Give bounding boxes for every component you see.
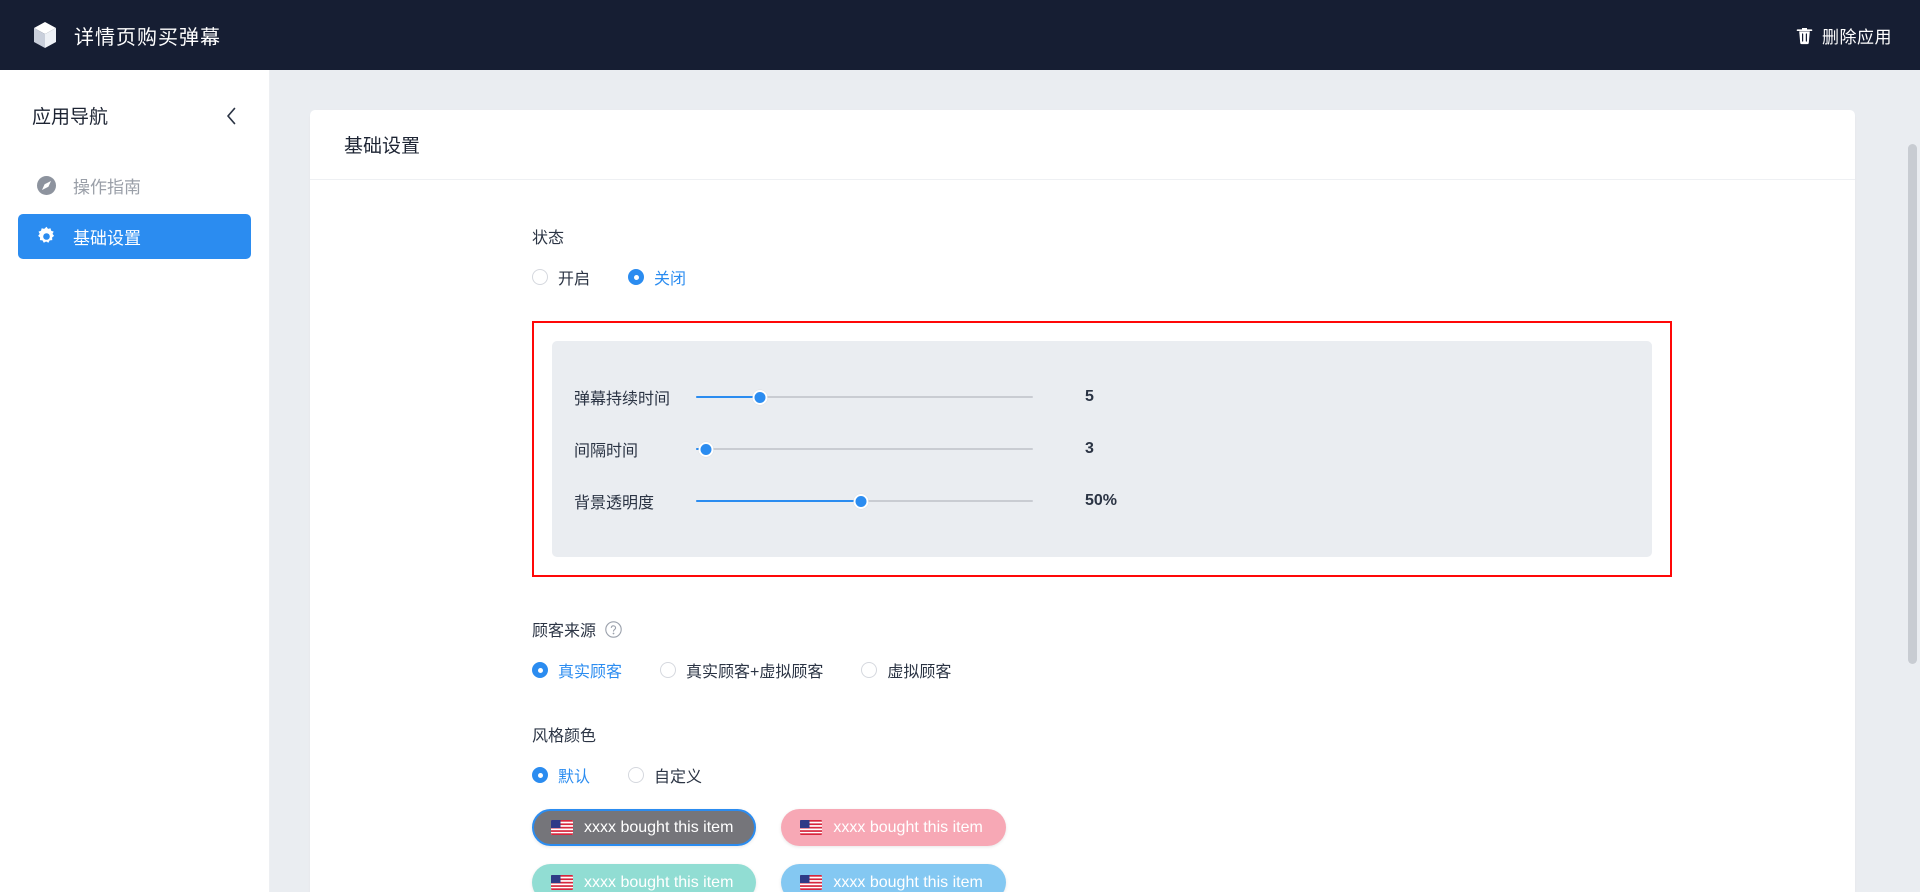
slider-row-opacity: 背景透明度 50% [574, 475, 1652, 527]
customer-source-option-virtual-label: 虚拟顾客 [887, 664, 952, 681]
us-flag-icon [800, 875, 823, 890]
slider-interval-value: 3 [1085, 440, 1094, 457]
style-color-option-custom[interactable]: 自定义 [628, 763, 702, 787]
radio-dot-icon [532, 767, 548, 783]
sidebar-title: 应用导航 [32, 107, 109, 128]
style-chip-pink-label: xxxx bought this item [833, 818, 983, 836]
style-color-radio-group: 默认 自定义 [532, 763, 1855, 787]
status-section: 状态 开启 关闭 [532, 224, 1855, 289]
gear-icon [36, 226, 57, 247]
slider-opacity-knob[interactable] [853, 493, 869, 509]
customer-source-option-virtual[interactable]: 虚拟顾客 [861, 658, 951, 682]
style-color-option-default-label: 默认 [558, 769, 591, 786]
slider-opacity-value: 50% [1085, 492, 1118, 509]
slider-interval-label: 间隔时间 [574, 443, 639, 460]
slider-opacity-track[interactable] [696, 492, 1033, 510]
style-chip-grid: xxxx bought this item xxxx bought this i… [532, 809, 1855, 892]
us-flag-icon [800, 820, 823, 835]
card-body: 状态 开启 关闭 弹幕持续时间 5 间隔时间 3 背景透明度 50% 顾客来源 … [310, 180, 1855, 892]
customer-source-option-mixed[interactable]: 真实顾客+虚拟顾客 [660, 658, 823, 682]
sidebar-header: 应用导航 [0, 80, 269, 129]
sidebar-item-guide-label: 操作指南 [73, 178, 141, 197]
sidebar-item-basic-settings[interactable]: 基础设置 [18, 214, 251, 259]
customer-source-section: 顾客来源 真实顾客 真实顾客+虚拟顾客 虚拟顾客 [532, 617, 1855, 682]
customer-source-option-real-label: 真实顾客 [558, 664, 623, 681]
customer-source-option-mixed-label: 真实顾客+虚拟顾客 [686, 664, 824, 681]
sidebar: 应用导航 操作指南 基础设置 [0, 70, 270, 892]
style-color-option-default[interactable]: 默认 [532, 763, 590, 787]
card-title: 基础设置 [310, 110, 1855, 180]
radio-dot-icon [628, 269, 645, 285]
slider-track-fill [696, 396, 761, 398]
style-chip-gray-label: xxxx bought this item [584, 818, 734, 836]
delete-app-label: 删除应用 [1822, 27, 1892, 47]
page-scrollbar[interactable] [1908, 144, 1917, 892]
slider-track-fill [696, 500, 862, 502]
status-option-on-label: 开启 [558, 271, 591, 288]
customer-source-option-real[interactable]: 真实顾客 [532, 658, 622, 682]
us-flag-icon [551, 875, 573, 890]
slider-duration-knob[interactable] [752, 389, 768, 405]
chevron-left-icon [226, 107, 237, 125]
radio-dot-icon [628, 767, 645, 783]
body: 应用导航 操作指南 基础设置 基础设置 状态 开启 关闭 弹幕持续时间 5 间隔… [0, 70, 1920, 892]
scrollbar-thumb[interactable] [1908, 144, 1917, 664]
content-area: 基础设置 状态 开启 关闭 弹幕持续时间 5 间隔时间 3 背景透明度 50% … [270, 70, 1920, 892]
status-option-off-label: 关闭 [654, 271, 687, 288]
style-chip-gray[interactable]: xxxx bought this item [532, 809, 757, 846]
radio-dot-icon [861, 662, 878, 678]
cube-icon [32, 21, 58, 49]
sidebar-nav: 操作指南 基础设置 [0, 163, 269, 259]
status-label: 状态 [532, 230, 565, 247]
top-header: 详情页购买弹幕 删除应用 [0, 0, 1920, 70]
slider-interval-knob[interactable] [698, 441, 714, 457]
slider-duration-label: 弹幕持续时间 [574, 391, 671, 408]
style-chip-blue-label: xxxx bought this item [833, 873, 983, 891]
app-root: 详情页购买弹幕 删除应用 应用导航 操作指南 基础设置 基础设置 状态 开启 关… [0, 0, 1920, 892]
settings-card: 基础设置 状态 开启 关闭 弹幕持续时间 5 间隔时间 3 背景透明度 50% … [310, 110, 1855, 892]
slider-panel: 弹幕持续时间 5 间隔时间 3 背景透明度 50% [552, 341, 1652, 557]
slider-row-duration: 弹幕持续时间 5 [574, 371, 1652, 423]
status-option-off[interactable]: 关闭 [628, 265, 686, 289]
customer-source-radio-group: 真实顾客 真实顾客+虚拟顾客 虚拟顾客 [532, 658, 1855, 682]
radio-dot-icon [660, 662, 677, 678]
compass-icon [36, 175, 57, 196]
slider-highlight-box: 弹幕持续时间 5 间隔时间 3 背景透明度 50% [532, 321, 1672, 577]
style-chip-teal[interactable]: xxxx bought this item [532, 864, 757, 892]
radio-dot-icon [532, 662, 548, 678]
sidebar-item-guide[interactable]: 操作指南 [18, 163, 251, 208]
sidebar-item-basic-settings-label: 基础设置 [73, 229, 141, 248]
customer-source-label: 顾客来源 [532, 623, 597, 640]
brand: 详情页购买弹幕 [32, 21, 221, 50]
style-chip-row: xxxx bought this item xxxx bought this i… [532, 809, 1855, 846]
customer-source-label-row: 顾客来源 [532, 617, 1855, 641]
style-color-label: 风格颜色 [532, 728, 597, 745]
delete-app-button[interactable]: 删除应用 [1796, 23, 1892, 48]
slider-interval-track[interactable] [696, 440, 1033, 458]
slider-track-bg [696, 448, 1033, 450]
style-color-section: 风格颜色 默认 自定义 xxxx bought this item xxxx b… [532, 722, 1855, 892]
status-option-on[interactable]: 开启 [532, 265, 590, 289]
trash-icon [1796, 26, 1813, 45]
slider-duration-value: 5 [1085, 388, 1094, 405]
slider-opacity-label: 背景透明度 [574, 495, 655, 512]
status-radio-group: 开启 关闭 [532, 265, 1855, 289]
question-circle-icon[interactable] [605, 620, 622, 638]
style-chip-blue[interactable]: xxxx bought this item [781, 864, 1006, 892]
style-chip-teal-label: xxxx bought this item [584, 873, 734, 891]
style-chip-row: xxxx bought this item xxxx bought this i… [532, 864, 1855, 892]
slider-row-interval: 间隔时间 3 [574, 423, 1652, 475]
app-title: 详情页购买弹幕 [74, 26, 221, 49]
radio-dot-icon [532, 269, 548, 285]
slider-duration-track[interactable] [696, 388, 1033, 406]
style-chip-pink[interactable]: xxxx bought this item [781, 809, 1006, 846]
us-flag-icon [551, 820, 573, 835]
sidebar-collapse-button[interactable] [220, 105, 243, 127]
style-color-option-custom-label: 自定义 [654, 769, 703, 786]
